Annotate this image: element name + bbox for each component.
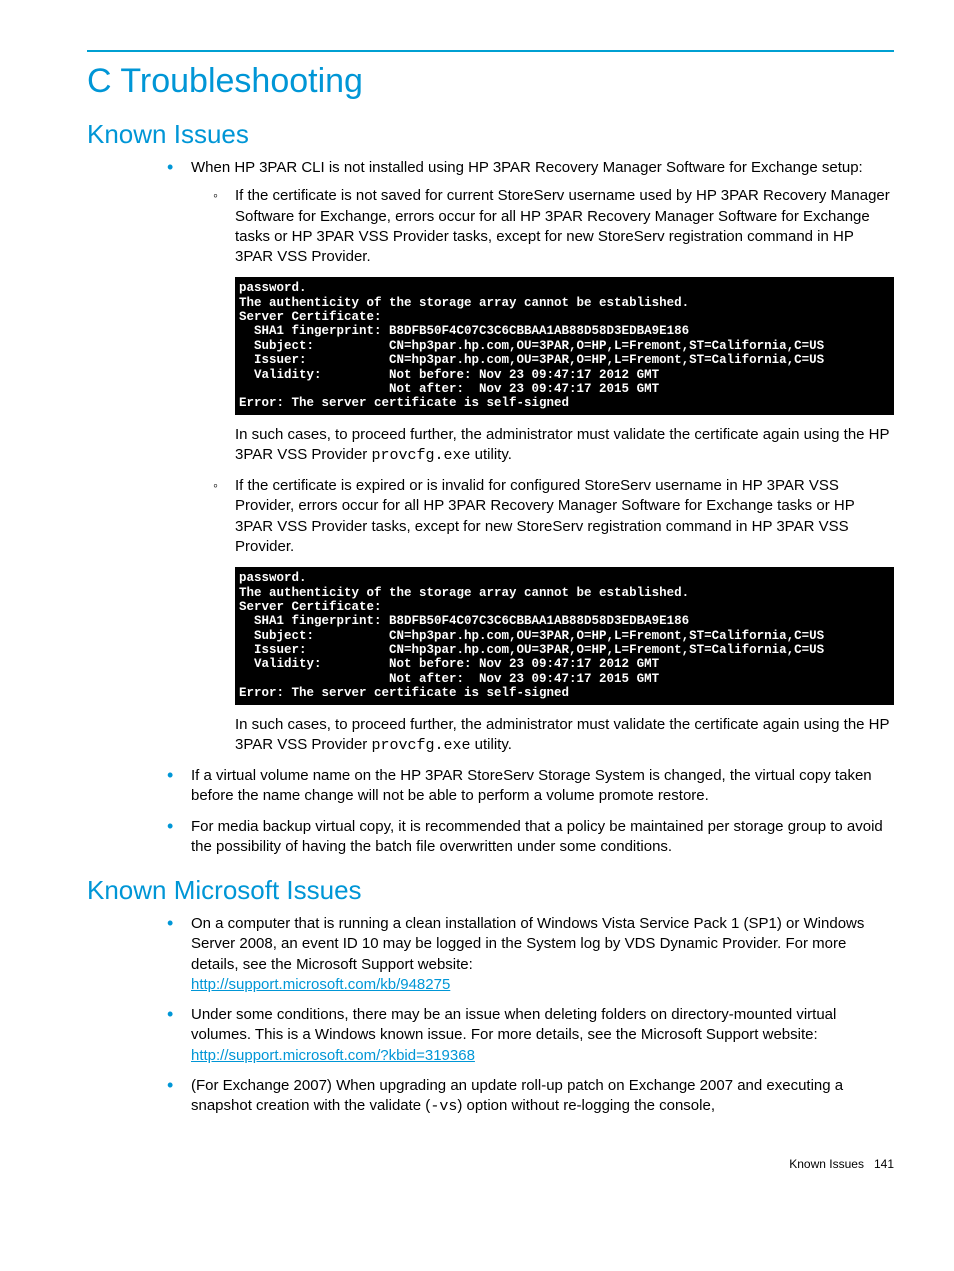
list-item: On a computer that is running a clean in… — [167, 914, 894, 995]
list-item: When HP 3PAR CLI is not installed using … — [167, 158, 894, 756]
list-item: If the certificate is not saved for curr… — [213, 186, 894, 466]
sub-list: If the certificate is not saved for curr… — [191, 186, 894, 756]
followup-text: In such cases, to proceed further, the a… — [235, 715, 894, 757]
terminal-output: password. The authenticity of the storag… — [235, 567, 894, 704]
page-title: C Troubleshooting — [87, 62, 894, 101]
header-rule — [87, 50, 894, 52]
page: C Troubleshooting Known Issues When HP 3… — [0, 0, 954, 1191]
code-text: provcfg.exe — [371, 737, 470, 754]
list-item: Under some conditions, there may be an i… — [167, 1005, 894, 1066]
text: ) option without re-logging the console, — [457, 1097, 715, 1114]
sub-issue-text: If the certificate is not saved for curr… — [235, 187, 890, 265]
issue-text: Under some conditions, there may be an i… — [191, 1006, 836, 1043]
page-footer: Known Issues 141 — [87, 1157, 894, 1171]
list-item: (For Exchange 2007) When upgrading an up… — [167, 1076, 894, 1118]
support-link[interactable]: http://support.microsoft.com/kb/948275 — [191, 976, 450, 993]
issue-text: When HP 3PAR CLI is not installed using … — [191, 159, 863, 176]
sub-issue-text: If the certificate is expired or is inva… — [235, 477, 854, 555]
issue-text: For media backup virtual copy, it is rec… — [191, 818, 883, 855]
text: In such cases, to proceed further, the a… — [235, 716, 889, 753]
text: utility. — [470, 446, 511, 463]
page-number: 141 — [874, 1157, 894, 1171]
followup-text: In such cases, to proceed further, the a… — [235, 425, 894, 467]
ms-issues-list: On a computer that is running a clean in… — [87, 914, 894, 1117]
known-issues-list: When HP 3PAR CLI is not installed using … — [87, 158, 894, 857]
issue-text: If a virtual volume name on the HP 3PAR … — [191, 767, 872, 804]
code-text: -vs — [430, 1098, 457, 1115]
list-item: If a virtual volume name on the HP 3PAR … — [167, 766, 894, 807]
list-item: For media backup virtual copy, it is rec… — [167, 817, 894, 858]
terminal-output: password. The authenticity of the storag… — [235, 277, 894, 414]
text: In such cases, to proceed further, the a… — [235, 426, 889, 463]
code-text: provcfg.exe — [371, 447, 470, 464]
support-link[interactable]: http://support.microsoft.com/?kbid=31936… — [191, 1047, 475, 1064]
text: utility. — [470, 736, 511, 753]
issue-text: On a computer that is running a clean in… — [191, 915, 864, 973]
footer-section: Known Issues — [789, 1157, 864, 1171]
list-item: If the certificate is expired or is inva… — [213, 476, 894, 756]
section-known-ms-issues: Known Microsoft Issues — [87, 875, 894, 906]
section-known-issues: Known Issues — [87, 119, 894, 150]
